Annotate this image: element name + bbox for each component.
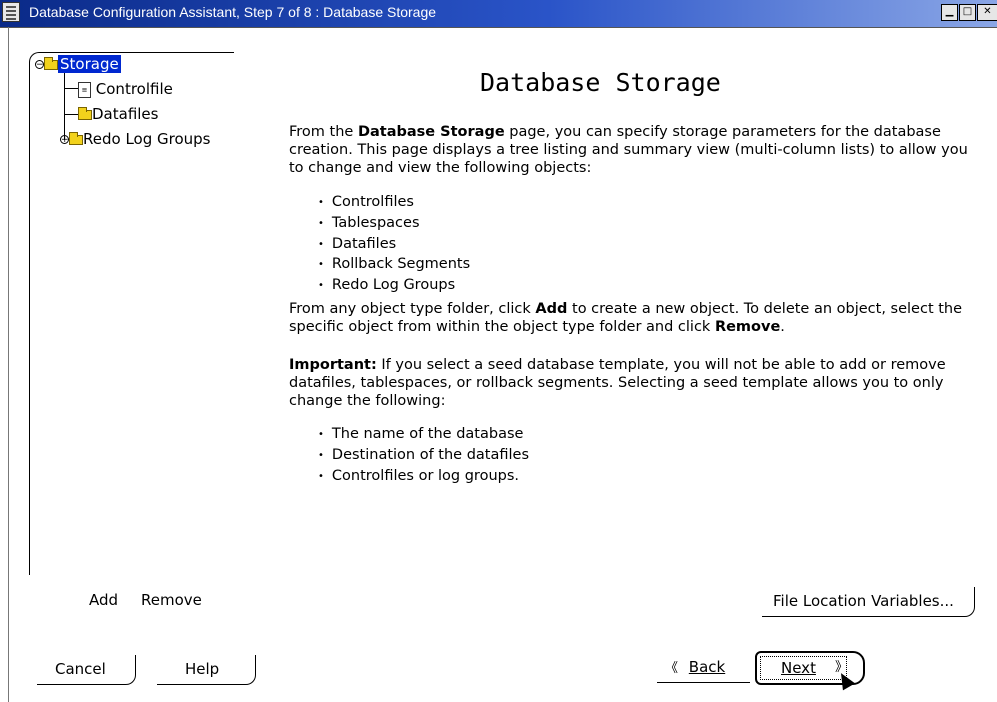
page-title: Database Storage bbox=[480, 68, 721, 97]
add-remove-paragraph: From any object type folder, click Add t… bbox=[289, 301, 963, 335]
list-item: Rollback Segments bbox=[318, 255, 470, 276]
folder-icon bbox=[44, 56, 58, 70]
seed-changes-list: The name of the database Destination of … bbox=[318, 425, 529, 487]
list-item: The name of the database bbox=[318, 425, 529, 446]
objects-list: Controlfiles Tablespaces Datafiles Rollb… bbox=[318, 193, 470, 297]
button-label: Help bbox=[185, 660, 220, 678]
button-label: Back bbox=[688, 658, 726, 676]
tree-line bbox=[64, 114, 78, 115]
button-label: Cancel bbox=[55, 660, 106, 678]
window-menu-icon[interactable] bbox=[2, 2, 20, 22]
add-button[interactable]: Add bbox=[89, 591, 118, 609]
tree-item-redo-log-groups[interactable]: + Redo Log Groups bbox=[60, 129, 211, 149]
help-button[interactable]: Help bbox=[157, 655, 256, 685]
list-item: Redo Log Groups bbox=[318, 276, 470, 297]
tree-item-controlfile[interactable]: ≡ Controlfile bbox=[78, 79, 173, 99]
close-icon[interactable]: ✕ bbox=[977, 4, 997, 21]
intro-paragraph: From the Database Storage page, you can … bbox=[289, 124, 968, 176]
list-item: Destination of the datafiles bbox=[318, 446, 529, 467]
expand-icon[interactable]: + bbox=[60, 135, 69, 145]
tree-item-label: Datafiles bbox=[92, 105, 159, 123]
list-item: Datafiles bbox=[318, 235, 470, 256]
important-paragraph: Important: If you select a seed database… bbox=[289, 357, 946, 409]
cancel-button[interactable]: Cancel bbox=[37, 655, 136, 685]
list-item: Controlfiles or log groups. bbox=[318, 467, 529, 488]
list-item: Controlfiles bbox=[318, 193, 470, 214]
maximize-icon[interactable]: □ bbox=[959, 4, 976, 21]
minimize-icon[interactable]: ▁ bbox=[941, 4, 958, 21]
tree-item-label: Redo Log Groups bbox=[83, 130, 211, 148]
button-label: Next bbox=[781, 659, 816, 677]
file-location-variables-button[interactable]: File Location Variables... bbox=[762, 587, 975, 617]
window-border bbox=[8, 27, 9, 702]
remove-button[interactable]: Remove bbox=[141, 591, 202, 609]
document-icon: ≡ bbox=[78, 81, 91, 98]
back-arrow-icon: 《 bbox=[665, 661, 679, 676]
tree-item-storage[interactable]: − Storage bbox=[35, 54, 121, 74]
tree-item-label: Controlfile bbox=[95, 80, 173, 98]
folder-icon bbox=[78, 106, 92, 120]
button-label: File Location Variables... bbox=[773, 592, 954, 610]
back-button[interactable]: 《 Back bbox=[657, 653, 750, 683]
list-item: Tablespaces bbox=[318, 214, 470, 235]
title-bar: Database Configuration Assistant, Step 7… bbox=[0, 0, 997, 28]
tree-item-label: Storage bbox=[58, 55, 121, 73]
tree-item-datafiles[interactable]: Datafiles bbox=[78, 104, 158, 124]
folder-icon bbox=[69, 131, 83, 145]
window-title: Database Configuration Assistant, Step 7… bbox=[29, 4, 437, 20]
collapse-icon[interactable]: − bbox=[35, 60, 44, 70]
tree-line bbox=[64, 88, 78, 89]
